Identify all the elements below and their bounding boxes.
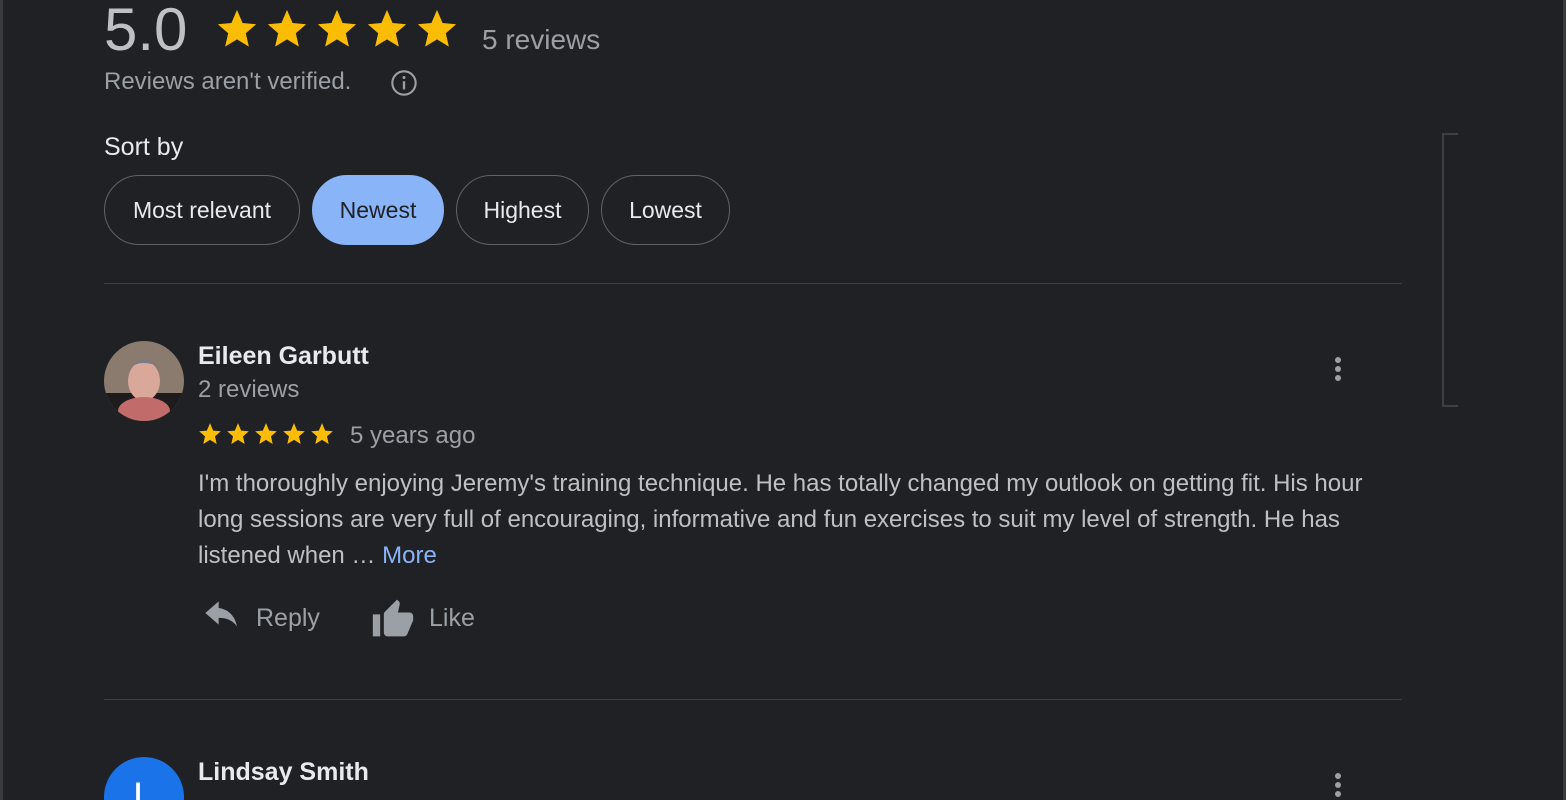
star-icon bbox=[311, 423, 333, 444]
review-text: I'm thoroughly enjoying Jeremy's trainin… bbox=[198, 466, 1408, 574]
profile-photo-icon bbox=[104, 341, 184, 421]
like-button[interactable]: Like bbox=[371, 597, 475, 639]
reply-icon bbox=[205, 601, 237, 627]
divider bbox=[104, 699, 1402, 700]
star-icon bbox=[317, 9, 357, 47]
verification-note: Reviews aren't verified. bbox=[104, 68, 352, 95]
thumbs-up-icon bbox=[372, 599, 414, 637]
reviews-panel: 5.0 5 reviews Reviews aren't verified. S… bbox=[0, 0, 1566, 800]
star-icon bbox=[227, 423, 249, 444]
sort-highest-chip[interactable]: Highest bbox=[456, 175, 589, 245]
scrollbar[interactable] bbox=[1442, 133, 1458, 407]
average-rating-stars bbox=[214, 6, 460, 52]
reviewer-review-count: 2 reviews bbox=[198, 376, 300, 403]
star-icon bbox=[255, 423, 277, 444]
like-label: Like bbox=[429, 603, 475, 632]
reviewer-name[interactable]: Eileen Garbutt bbox=[198, 342, 369, 371]
sort-most-relevant-chip[interactable]: Most relevant bbox=[104, 175, 300, 245]
average-rating: 5.0 bbox=[104, 0, 188, 63]
star-icon bbox=[367, 9, 407, 47]
reply-label: Reply bbox=[256, 603, 320, 632]
more-options-icon[interactable] bbox=[1328, 354, 1348, 394]
sort-label: Sort by bbox=[104, 133, 184, 161]
reviewer-avatar[interactable]: L bbox=[104, 757, 184, 800]
window-edge-left bbox=[0, 0, 3, 800]
total-review-count: 5 reviews bbox=[482, 24, 601, 55]
review-date: 5 years ago bbox=[350, 422, 476, 449]
reviewer-avatar[interactable] bbox=[104, 341, 184, 421]
more-options-icon[interactable] bbox=[1328, 770, 1348, 800]
sort-newest-chip[interactable]: Newest bbox=[312, 175, 444, 245]
info-icon[interactable] bbox=[390, 69, 418, 97]
star-icon bbox=[199, 423, 221, 444]
star-icon bbox=[267, 9, 307, 47]
review-rating-stars bbox=[197, 421, 335, 447]
star-icon bbox=[417, 9, 457, 47]
divider bbox=[104, 283, 1402, 284]
sort-lowest-chip[interactable]: Lowest bbox=[601, 175, 730, 245]
star-icon bbox=[217, 9, 257, 47]
avatar-letter: L bbox=[132, 775, 156, 800]
more-link[interactable]: More bbox=[382, 542, 437, 569]
review-body: I'm thoroughly enjoying Jeremy's trainin… bbox=[198, 470, 1363, 569]
reply-button[interactable]: Reply bbox=[202, 601, 320, 635]
star-icon bbox=[283, 423, 305, 444]
reviewer-name[interactable]: Lindsay Smith bbox=[198, 758, 369, 787]
